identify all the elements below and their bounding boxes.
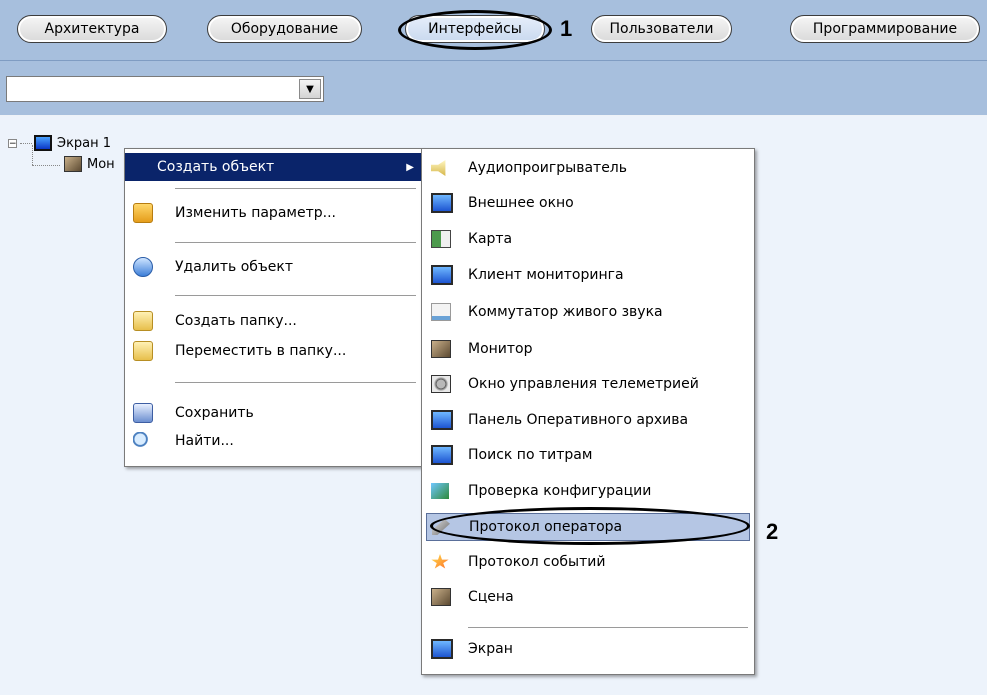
- context-menu: Создать объект ▶ Изменить параметр... Уд…: [124, 148, 423, 467]
- submenu-item-selected[interactable]: Протокол оператора: [426, 513, 750, 541]
- tab-interfaces[interactable]: Интерфейсы: [405, 15, 545, 43]
- monitor-icon: [431, 265, 453, 285]
- folder-icon: [133, 341, 153, 361]
- submenu-item[interactable]: Поиск по титрам: [422, 441, 754, 469]
- submenu-item[interactable]: Внешнее окно: [422, 189, 754, 217]
- photo-icon: [431, 588, 451, 606]
- object-select-combo[interactable]: ▼: [6, 76, 324, 102]
- photo-icon: [431, 340, 451, 358]
- monitor-icon: [431, 445, 453, 465]
- tree-item-monitor[interactable]: Мон: [64, 156, 115, 172]
- callout-number-2: 2: [766, 519, 779, 544]
- tab-users[interactable]: Пользователи: [591, 15, 732, 43]
- menu-separator: [175, 188, 416, 189]
- menu-item-delete-object[interactable]: Удалить объект: [125, 253, 422, 281]
- new-folder-icon: [133, 311, 153, 331]
- create-object-submenu: Аудиопроигрыватель Внешнее окно Карта Кл…: [421, 148, 755, 675]
- check-icon: [431, 483, 449, 499]
- tab-architecture[interactable]: Архитектура: [17, 15, 167, 43]
- star-icon: [431, 554, 449, 569]
- submenu-item[interactable]: Экран: [422, 635, 754, 663]
- window-icon: [431, 303, 451, 321]
- submenu-item[interactable]: Протокол событий: [422, 548, 754, 576]
- monitor-icon: [431, 639, 453, 659]
- photo-icon: [64, 156, 82, 172]
- key-icon: [133, 203, 153, 223]
- tab-equipment[interactable]: Оборудование: [207, 15, 362, 43]
- tree-line: [32, 165, 60, 166]
- save-icon: [133, 403, 153, 423]
- chevron-right-icon: ▶: [406, 161, 414, 173]
- tab-programming[interactable]: Программирование: [790, 15, 980, 43]
- submenu-item[interactable]: Панель Оперативного архива: [422, 406, 754, 434]
- recycle-icon: [133, 257, 153, 277]
- top-toolbar: Архитектура Оборудование Интерфейсы Поль…: [0, 0, 987, 61]
- submenu-item[interactable]: Клиент мониторинга: [422, 261, 754, 289]
- submenu-item[interactable]: Сцена: [422, 583, 754, 611]
- tree-item-label: Мон: [87, 156, 115, 172]
- menu-separator: [175, 295, 416, 296]
- ptz-icon: [431, 375, 451, 393]
- speaker-icon: [431, 160, 446, 176]
- tree-line: [32, 145, 33, 165]
- monitor-icon: [34, 135, 52, 151]
- menu-separator: [175, 242, 416, 243]
- submenu-item[interactable]: Проверка конфигурации: [422, 477, 754, 505]
- menu-separator: [175, 382, 416, 383]
- menu-item-edit-param[interactable]: Изменить параметр...: [125, 199, 422, 227]
- menu-item-move-to-folder[interactable]: Переместить в папку...: [125, 337, 422, 365]
- callout-number-1: 1: [560, 16, 573, 41]
- menu-separator: [468, 627, 748, 628]
- tree-item-screen[interactable]: − Экран 1: [8, 135, 111, 151]
- menu-item-find[interactable]: Найти...: [125, 427, 422, 455]
- monitor-icon: [431, 193, 453, 213]
- menu-item-save[interactable]: Сохранить: [125, 399, 422, 427]
- pen-icon: [432, 519, 450, 535]
- menu-item-create-object[interactable]: Создать объект ▶: [125, 153, 422, 181]
- collapse-icon[interactable]: −: [8, 138, 17, 148]
- tree-item-label: Экран 1: [57, 135, 112, 151]
- submenu-item[interactable]: Окно управления телеметрией: [422, 370, 754, 398]
- submenu-item[interactable]: Карта: [422, 225, 754, 253]
- search-icon: [133, 432, 151, 450]
- submenu-item[interactable]: Коммутатор живого звука: [422, 298, 754, 326]
- submenu-item[interactable]: Аудиопроигрыватель: [422, 154, 754, 182]
- chevron-down-icon[interactable]: ▼: [299, 79, 321, 99]
- menu-item-create-folder[interactable]: Создать папку...: [125, 307, 422, 335]
- monitor-icon: [431, 410, 453, 430]
- map-icon: [431, 230, 451, 248]
- submenu-item[interactable]: Монитор: [422, 335, 754, 363]
